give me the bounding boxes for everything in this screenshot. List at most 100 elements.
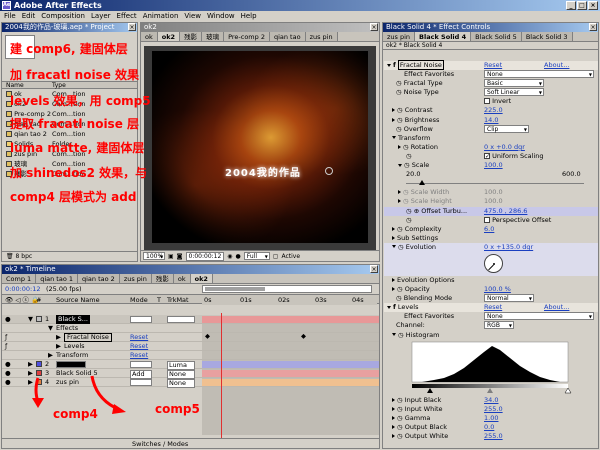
stopwatch-icon[interactable]: ◷ — [398, 243, 404, 251]
fractal-type-select[interactable]: Basic — [484, 79, 544, 88]
stopwatch-icon[interactable]: ◷ — [406, 152, 412, 160]
tab-qiantao[interactable]: qian tao — [269, 32, 306, 41]
expand-icon[interactable] — [392, 424, 395, 429]
expand-icon[interactable] — [398, 199, 401, 204]
menu-effect[interactable]: Effect — [117, 11, 137, 21]
layer-name[interactable]: Black S... — [56, 315, 90, 324]
col-mode[interactable]: Mode — [130, 295, 148, 305]
label-color-swatch[interactable] — [36, 316, 42, 322]
opacity-value[interactable]: 100.0 % — [484, 285, 511, 294]
tab-precomp2[interactable]: Pre-comp 2 — [224, 32, 270, 41]
expand-icon[interactable] — [392, 333, 396, 337]
expand-icon[interactable] — [387, 305, 391, 309]
menu-help[interactable]: Help — [241, 11, 257, 21]
histogram-row[interactable]: ◷ Histogram — [384, 331, 598, 340]
tab-ok2[interactable]: ok2 — [190, 274, 213, 283]
eye-icon[interactable]: ● — [5, 315, 11, 324]
slider-handle[interactable] — [419, 180, 425, 186]
layer-bar[interactable] — [202, 361, 379, 368]
tab-black-solid-4[interactable]: Black Solid 4 — [415, 32, 472, 41]
menu-view[interactable]: View — [184, 11, 201, 21]
view-label[interactable]: Active — [281, 253, 300, 260]
offset-value[interactable]: 475.0 , 286.6 — [484, 207, 527, 216]
resolution-select[interactable]: Full — [243, 252, 270, 260]
expand-icon[interactable] — [392, 235, 395, 240]
tab-zuspin[interactable]: zus pin — [119, 274, 152, 283]
stopwatch-icon[interactable]: ◷ — [404, 161, 410, 169]
effect-name[interactable]: Fractal Noise — [64, 333, 112, 342]
tab-residue[interactable]: 残影 — [180, 32, 203, 41]
uniform-checkbox[interactable]: ✓ — [484, 152, 490, 159]
tab-ok2[interactable]: ok2 — [157, 32, 181, 41]
collapse-icon[interactable]: ▼ — [28, 315, 33, 324]
expand-icon[interactable]: ▶ — [56, 333, 61, 342]
expand-icon[interactable] — [392, 397, 395, 402]
histogram-graph[interactable] — [384, 340, 598, 396]
col-type[interactable]: Type — [52, 82, 66, 89]
table-row[interactable]: ● ▼ 1 Black S... — [2, 315, 379, 324]
expand-icon[interactable]: ▶ — [48, 351, 53, 360]
close-icon[interactable]: × — [370, 265, 378, 273]
crosshair-icon[interactable]: ⊕ — [414, 207, 419, 215]
fractal-noise-header[interactable]: f Fractal Noise Reset About... — [384, 60, 598, 71]
time-navigator[interactable] — [202, 285, 372, 293]
keyframe-icon[interactable]: ◆ — [301, 332, 306, 341]
reset-link[interactable]: Reset — [130, 342, 148, 351]
input-white-value[interactable]: 255.0 — [484, 405, 503, 414]
stopwatch-icon[interactable]: ◷ — [396, 125, 402, 133]
expand-icon[interactable] — [398, 144, 401, 149]
stopwatch-icon[interactable]: ◷ — [403, 188, 409, 196]
menu-window[interactable]: Window — [207, 11, 235, 21]
snapshot-icon[interactable]: ◉ — [227, 253, 232, 260]
menu-composition[interactable]: Composition — [41, 11, 85, 21]
expand-icon[interactable] — [392, 434, 395, 438]
stopwatch-icon[interactable]: ◷ — [403, 197, 409, 205]
time-ruler[interactable]: 0s 01s 02s 03s 04s — [202, 295, 377, 305]
tab-zuspin[interactable]: zus pin — [383, 32, 416, 41]
col-t[interactable]: T — [157, 295, 161, 305]
region-icon[interactable]: ▢ — [273, 253, 279, 260]
tab-qiantao2[interactable]: qian tao 2 — [78, 274, 120, 283]
sub-settings-row[interactable]: Sub Settings — [384, 234, 598, 243]
stopwatch-icon[interactable]: ◷ — [397, 405, 403, 413]
evolution-value[interactable]: 0 x +135.0 dgr — [484, 243, 533, 252]
expand-icon[interactable] — [392, 406, 395, 411]
stopwatch-icon[interactable]: ◷ — [406, 207, 412, 215]
evolution-dial[interactable] — [484, 253, 503, 273]
current-time[interactable]: 0:00:00:12 — [5, 284, 41, 294]
output-black-value[interactable]: 0.0 — [484, 423, 494, 432]
levels-header[interactable]: f Levels Reset About... — [384, 303, 598, 313]
about-link[interactable]: About... — [544, 61, 569, 70]
expand-icon[interactable] — [392, 117, 395, 122]
contrast-value[interactable]: 225.0 — [484, 106, 503, 115]
noise-type-select[interactable]: Soft Linear — [484, 88, 544, 97]
keyframe-icon[interactable]: ◆ — [205, 332, 210, 341]
favorites-select[interactable]: None — [484, 70, 594, 79]
tab-comp1[interactable]: Comp 1 — [2, 274, 37, 283]
stopwatch-icon[interactable]: ◷ — [396, 88, 402, 96]
fx-icon[interactable]: f — [393, 303, 396, 311]
expand-icon[interactable] — [392, 287, 395, 292]
collapse-icon[interactable]: ▼ — [48, 324, 53, 333]
layer-bar[interactable] — [202, 316, 379, 323]
stopwatch-icon[interactable]: ◷ — [406, 216, 412, 224]
stopwatch-icon[interactable]: ◷ — [397, 106, 403, 114]
safe-margins-icon[interactable]: ▣ — [168, 253, 174, 260]
current-time-indicator[interactable] — [221, 313, 222, 438]
complexity-value[interactable]: 6.0 — [484, 225, 494, 234]
tab-ok[interactable]: ok — [141, 32, 158, 41]
minimize-icon[interactable]: _ — [566, 1, 576, 10]
timecode-field[interactable]: 0:00:00:12 — [185, 251, 225, 261]
overflow-select[interactable]: Clip — [484, 124, 529, 133]
stopwatch-icon[interactable]: ◷ — [397, 414, 403, 422]
menu-file[interactable]: File — [4, 11, 16, 21]
channel-icon[interactable]: ● — [236, 253, 241, 260]
expand-icon[interactable] — [392, 277, 395, 282]
menu-layer[interactable]: Layer — [91, 11, 111, 21]
trkmat-select[interactable] — [167, 316, 195, 323]
expand-icon[interactable] — [392, 245, 396, 249]
camera-icon[interactable]: ◙ — [177, 253, 183, 260]
stopwatch-icon[interactable]: ◷ — [397, 432, 403, 440]
tab-glass[interactable]: 玻璃 — [202, 32, 225, 41]
close-icon[interactable]: × — [370, 23, 378, 31]
